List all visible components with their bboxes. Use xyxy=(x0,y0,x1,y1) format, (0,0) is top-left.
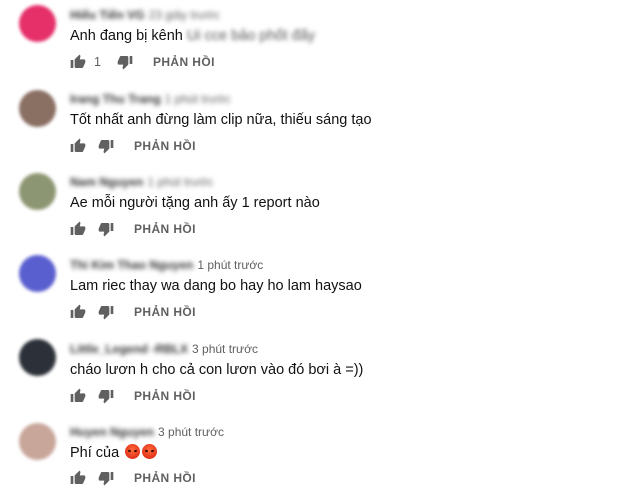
avatar[interactable] xyxy=(19,255,56,292)
comment-text: Lam riec thay wa dang bo hay ho lam hays… xyxy=(70,278,362,294)
thumbs-up-icon[interactable] xyxy=(70,54,86,70)
thumbs-down-icon[interactable] xyxy=(98,138,114,154)
thumbs-down-icon[interactable] xyxy=(117,54,133,70)
comment-text: cháo lươn h cho cả con lươn vào đó bơi à… xyxy=(70,362,364,378)
comment-text-blurred: Ui cce bảo phốt đấy xyxy=(186,28,316,44)
timestamp[interactable]: 1 phút trước xyxy=(197,258,263,272)
thumbs-down-icon[interactable] xyxy=(98,388,114,404)
comment: Hiếu Tiến VG 23 giây trước Anh đang bị kê… xyxy=(0,0,620,83)
comment-text-visible: Phí của xyxy=(70,445,120,461)
author-name[interactable]: Thi Kim Thao Nguyen xyxy=(70,258,193,272)
reply-button[interactable]: PHẢN HỒI xyxy=(134,305,196,319)
author-name[interactable]: Huyen Nguyen xyxy=(70,425,154,439)
comment: Little_Legend -RBLX 3 phút trước cháo lươ… xyxy=(0,334,620,417)
comment-text-visible: Anh đang bị kênh xyxy=(70,28,183,44)
like-count: 1 xyxy=(94,55,101,69)
reply-button[interactable]: PHẢN HỒI xyxy=(134,389,196,403)
avatar[interactable] xyxy=(19,339,56,376)
author-name[interactable]: Nam Nguyen xyxy=(70,175,143,189)
thumbs-up-icon[interactable] xyxy=(70,221,86,237)
reply-button[interactable]: PHẢN HỒI xyxy=(134,222,196,236)
comment: Huyen Nguyen 3 phút trước Phí của PHẢN HỒ… xyxy=(0,417,620,500)
thumbs-down-icon[interactable] xyxy=(98,221,114,237)
comment-actions: PHẢN HỒI xyxy=(70,220,196,238)
angry-face-icon xyxy=(125,444,141,459)
comment-actions: PHẢN HỒI xyxy=(70,387,196,405)
comment: Irang Thu Trang 1 phút trước Tốt nhất anh… xyxy=(0,84,620,167)
comment-text: Anh đang bị kênh Ui cce bảo phốt đấy xyxy=(70,28,315,44)
avatar[interactable] xyxy=(19,90,56,127)
angry-face-icon xyxy=(142,444,158,459)
reply-button[interactable]: PHẢN HỒI xyxy=(134,471,196,485)
comment-meta: Irang Thu Trang 1 phút trước xyxy=(70,92,231,108)
reply-button[interactable]: PHẢN HỒI xyxy=(153,55,215,69)
comment-meta: Thi Kim Thao Nguyen 1 phút trước xyxy=(70,258,263,274)
thumbs-up-icon[interactable] xyxy=(70,388,86,404)
comment-feed: Hiếu Tiến VG 23 giây trước Anh đang bị kê… xyxy=(0,0,620,502)
reply-button[interactable]: PHẢN HỒI xyxy=(134,139,196,153)
comment-actions: PHẢN HỒI xyxy=(70,303,196,321)
author-name[interactable]: Little_Legend -RBLX xyxy=(70,342,188,356)
timestamp[interactable]: 3 phút trước xyxy=(158,425,224,439)
thumbs-down-icon[interactable] xyxy=(98,470,114,486)
comment-actions: PHẢN HỒI xyxy=(70,469,196,487)
timestamp[interactable]: 23 giây trước xyxy=(148,8,219,22)
comment: Thi Kim Thao Nguyen 1 phút trước Lam riec… xyxy=(0,250,620,333)
comment-text: Ae mỗi người tặng anh ấy 1 report nào xyxy=(70,195,320,211)
thumbs-down-icon[interactable] xyxy=(98,304,114,320)
comment: Nam Nguyen 1 phút trước Ae mỗi người tặng… xyxy=(0,167,620,250)
thumbs-up-icon[interactable] xyxy=(70,304,86,320)
comment-actions: PHẢN HỒI xyxy=(70,137,196,155)
avatar[interactable] xyxy=(19,423,56,460)
thumbs-up-icon[interactable] xyxy=(70,138,86,154)
timestamp[interactable]: 3 phút trước xyxy=(192,342,258,356)
author-name[interactable]: Hiếu Tiến VG xyxy=(70,8,144,22)
comment-meta: Hiếu Tiến VG 23 giây trước xyxy=(70,8,220,24)
thumbs-up-icon[interactable] xyxy=(70,470,86,486)
timestamp[interactable]: 1 phút trước xyxy=(147,175,213,189)
comment-meta: Little_Legend -RBLX 3 phút trước xyxy=(70,342,258,358)
avatar[interactable] xyxy=(19,173,56,210)
author-name[interactable]: Irang Thu Trang xyxy=(70,92,161,106)
comment-text: Phí của xyxy=(70,444,158,461)
comment-meta: Huyen Nguyen 3 phút trước xyxy=(70,425,224,441)
comment-meta: Nam Nguyen 1 phút trước xyxy=(70,175,213,191)
comment-actions: 1 PHẢN HỒI xyxy=(70,53,215,71)
timestamp[interactable]: 1 phút trước xyxy=(165,92,231,106)
comment-text: Tốt nhất anh đừng làm clip nữa, thiếu sá… xyxy=(70,112,372,128)
avatar[interactable] xyxy=(19,5,56,42)
